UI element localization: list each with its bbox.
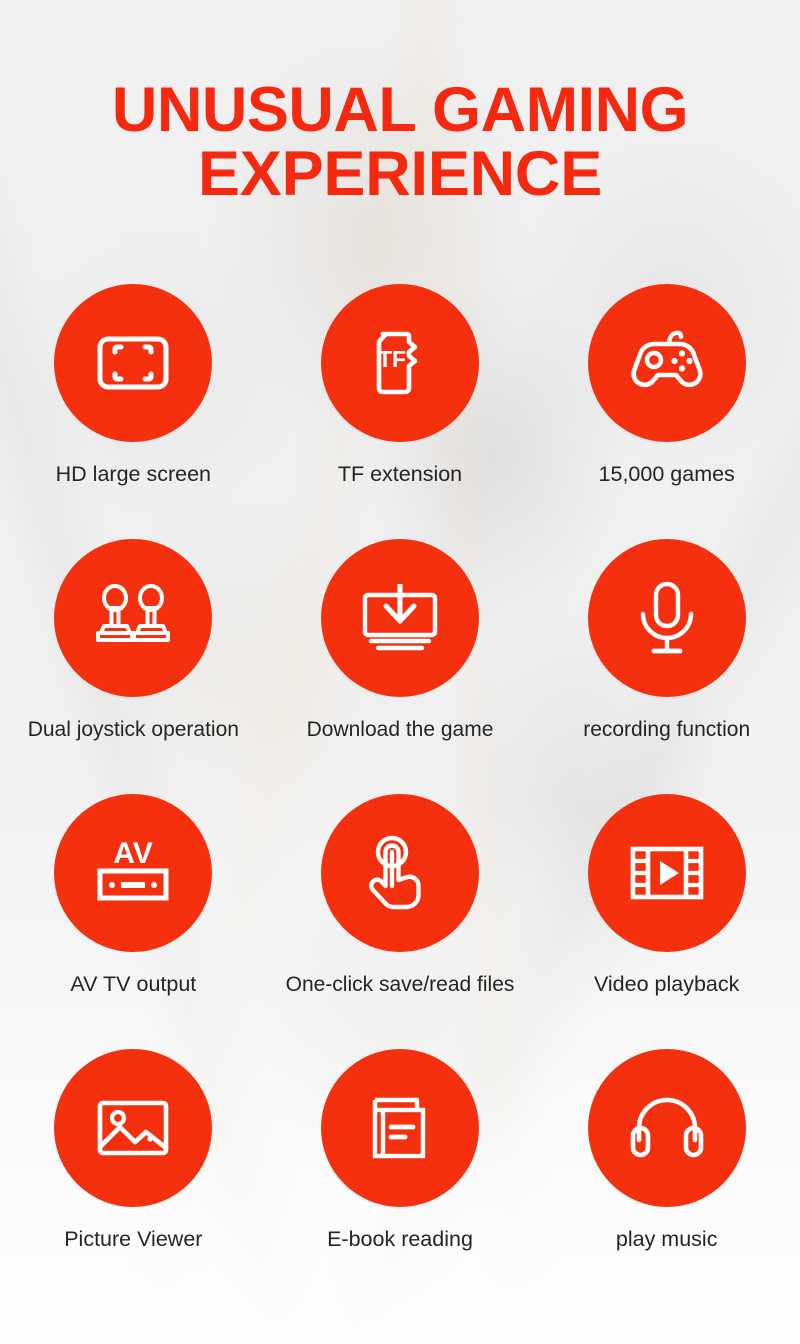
feature-icon-badge	[321, 1049, 479, 1207]
feature-row: Picture Viewer E-book reading play music	[0, 1035, 800, 1290]
page-title-line-2: EXPERIENCE	[197, 139, 603, 210]
feature-icon-badge: AV	[54, 794, 213, 952]
feature-label: 15,000 games	[598, 462, 735, 486]
feature-icon-badge	[54, 284, 213, 442]
feature-icon-badge	[587, 1049, 746, 1207]
film-play-icon	[630, 846, 703, 900]
fullscreen-screen-icon	[97, 336, 169, 390]
feature-label: Dual joystick operation	[27, 718, 239, 741]
av-receiver-icon: AV	[97, 837, 169, 901]
feature-item-hd-large-screen[interactable]: HD large screen	[0, 270, 267, 525]
feature-item-video-playback[interactable]: Video playback	[533, 780, 800, 1035]
feature-item-picture-viewer[interactable]: Picture Viewer	[0, 1035, 267, 1290]
page-title: UNUSUAL GAMING EXPERIENCE	[0, 78, 800, 207]
headphones-icon	[630, 1097, 703, 1158]
feature-icon-badge	[54, 539, 213, 697]
feature-grid: HD large screen TF TF extension 15,000 g…	[0, 270, 800, 1290]
feature-icon-badge	[587, 794, 746, 952]
feature-label: E-book reading	[327, 1227, 473, 1251]
feature-item-av-tv-output[interactable]: AV AV TV output	[0, 780, 267, 1035]
touch-hand-icon	[369, 835, 421, 910]
feature-icon-badge	[587, 539, 746, 697]
feature-label: HD large screen	[55, 462, 211, 486]
feature-label: play music	[615, 1227, 718, 1251]
feature-row: AV AV TV output One-click save/read file…	[0, 780, 800, 1035]
feature-label: Download the game	[306, 718, 494, 741]
av-label: AV	[114, 837, 153, 870]
feature-item-dual-joystick-operation[interactable]: Dual joystick operation	[0, 525, 267, 780]
book-icon	[372, 1097, 426, 1159]
feature-item-recording-function[interactable]: recording function	[533, 525, 800, 780]
feature-row: Dual joystick operation Download the gam…	[0, 525, 800, 780]
feature-icon-badge	[587, 284, 746, 442]
gamepad-icon	[631, 330, 703, 388]
dual-joystick-icon	[96, 584, 171, 642]
feature-label: AV TV output	[70, 972, 197, 996]
feature-item-download-the-game[interactable]: Download the game	[267, 525, 534, 780]
feature-item-one-click-save-read-files[interactable]: One-click save/read files	[267, 780, 534, 1035]
photo-image-icon	[98, 1100, 169, 1156]
feature-label: Picture Viewer	[64, 1227, 203, 1251]
monitor-download-icon	[362, 584, 438, 651]
feature-row: HD large screen TF TF extension 15,000 g…	[0, 270, 800, 525]
tf-card-icon: TF	[376, 331, 418, 395]
tf-card-label: TF	[378, 346, 406, 372]
feature-item-15000-games[interactable]: 15,000 games	[533, 270, 800, 525]
feature-label: TF extension	[337, 462, 463, 486]
feature-icon-badge: TF	[321, 284, 479, 442]
feature-item-tf-extension[interactable]: TF TF extension	[267, 270, 534, 525]
feature-icon-badge	[321, 539, 479, 697]
feature-label: One-click save/read files	[285, 973, 515, 996]
feature-label: recording function	[583, 718, 751, 741]
microphone-icon	[640, 581, 693, 654]
feature-label: Video playback	[593, 972, 740, 996]
feature-icon-badge	[321, 794, 479, 952]
feature-item-play-music[interactable]: play music	[533, 1035, 800, 1290]
page-title-line-1: UNUSUAL GAMING	[111, 75, 689, 145]
feature-item-e-book-reading[interactable]: E-book reading	[267, 1035, 534, 1290]
feature-icon-badge	[54, 1049, 213, 1207]
product-feature-poster: UNUSUAL GAMING EXPERIENCE HD large scree…	[0, 0, 800, 1344]
